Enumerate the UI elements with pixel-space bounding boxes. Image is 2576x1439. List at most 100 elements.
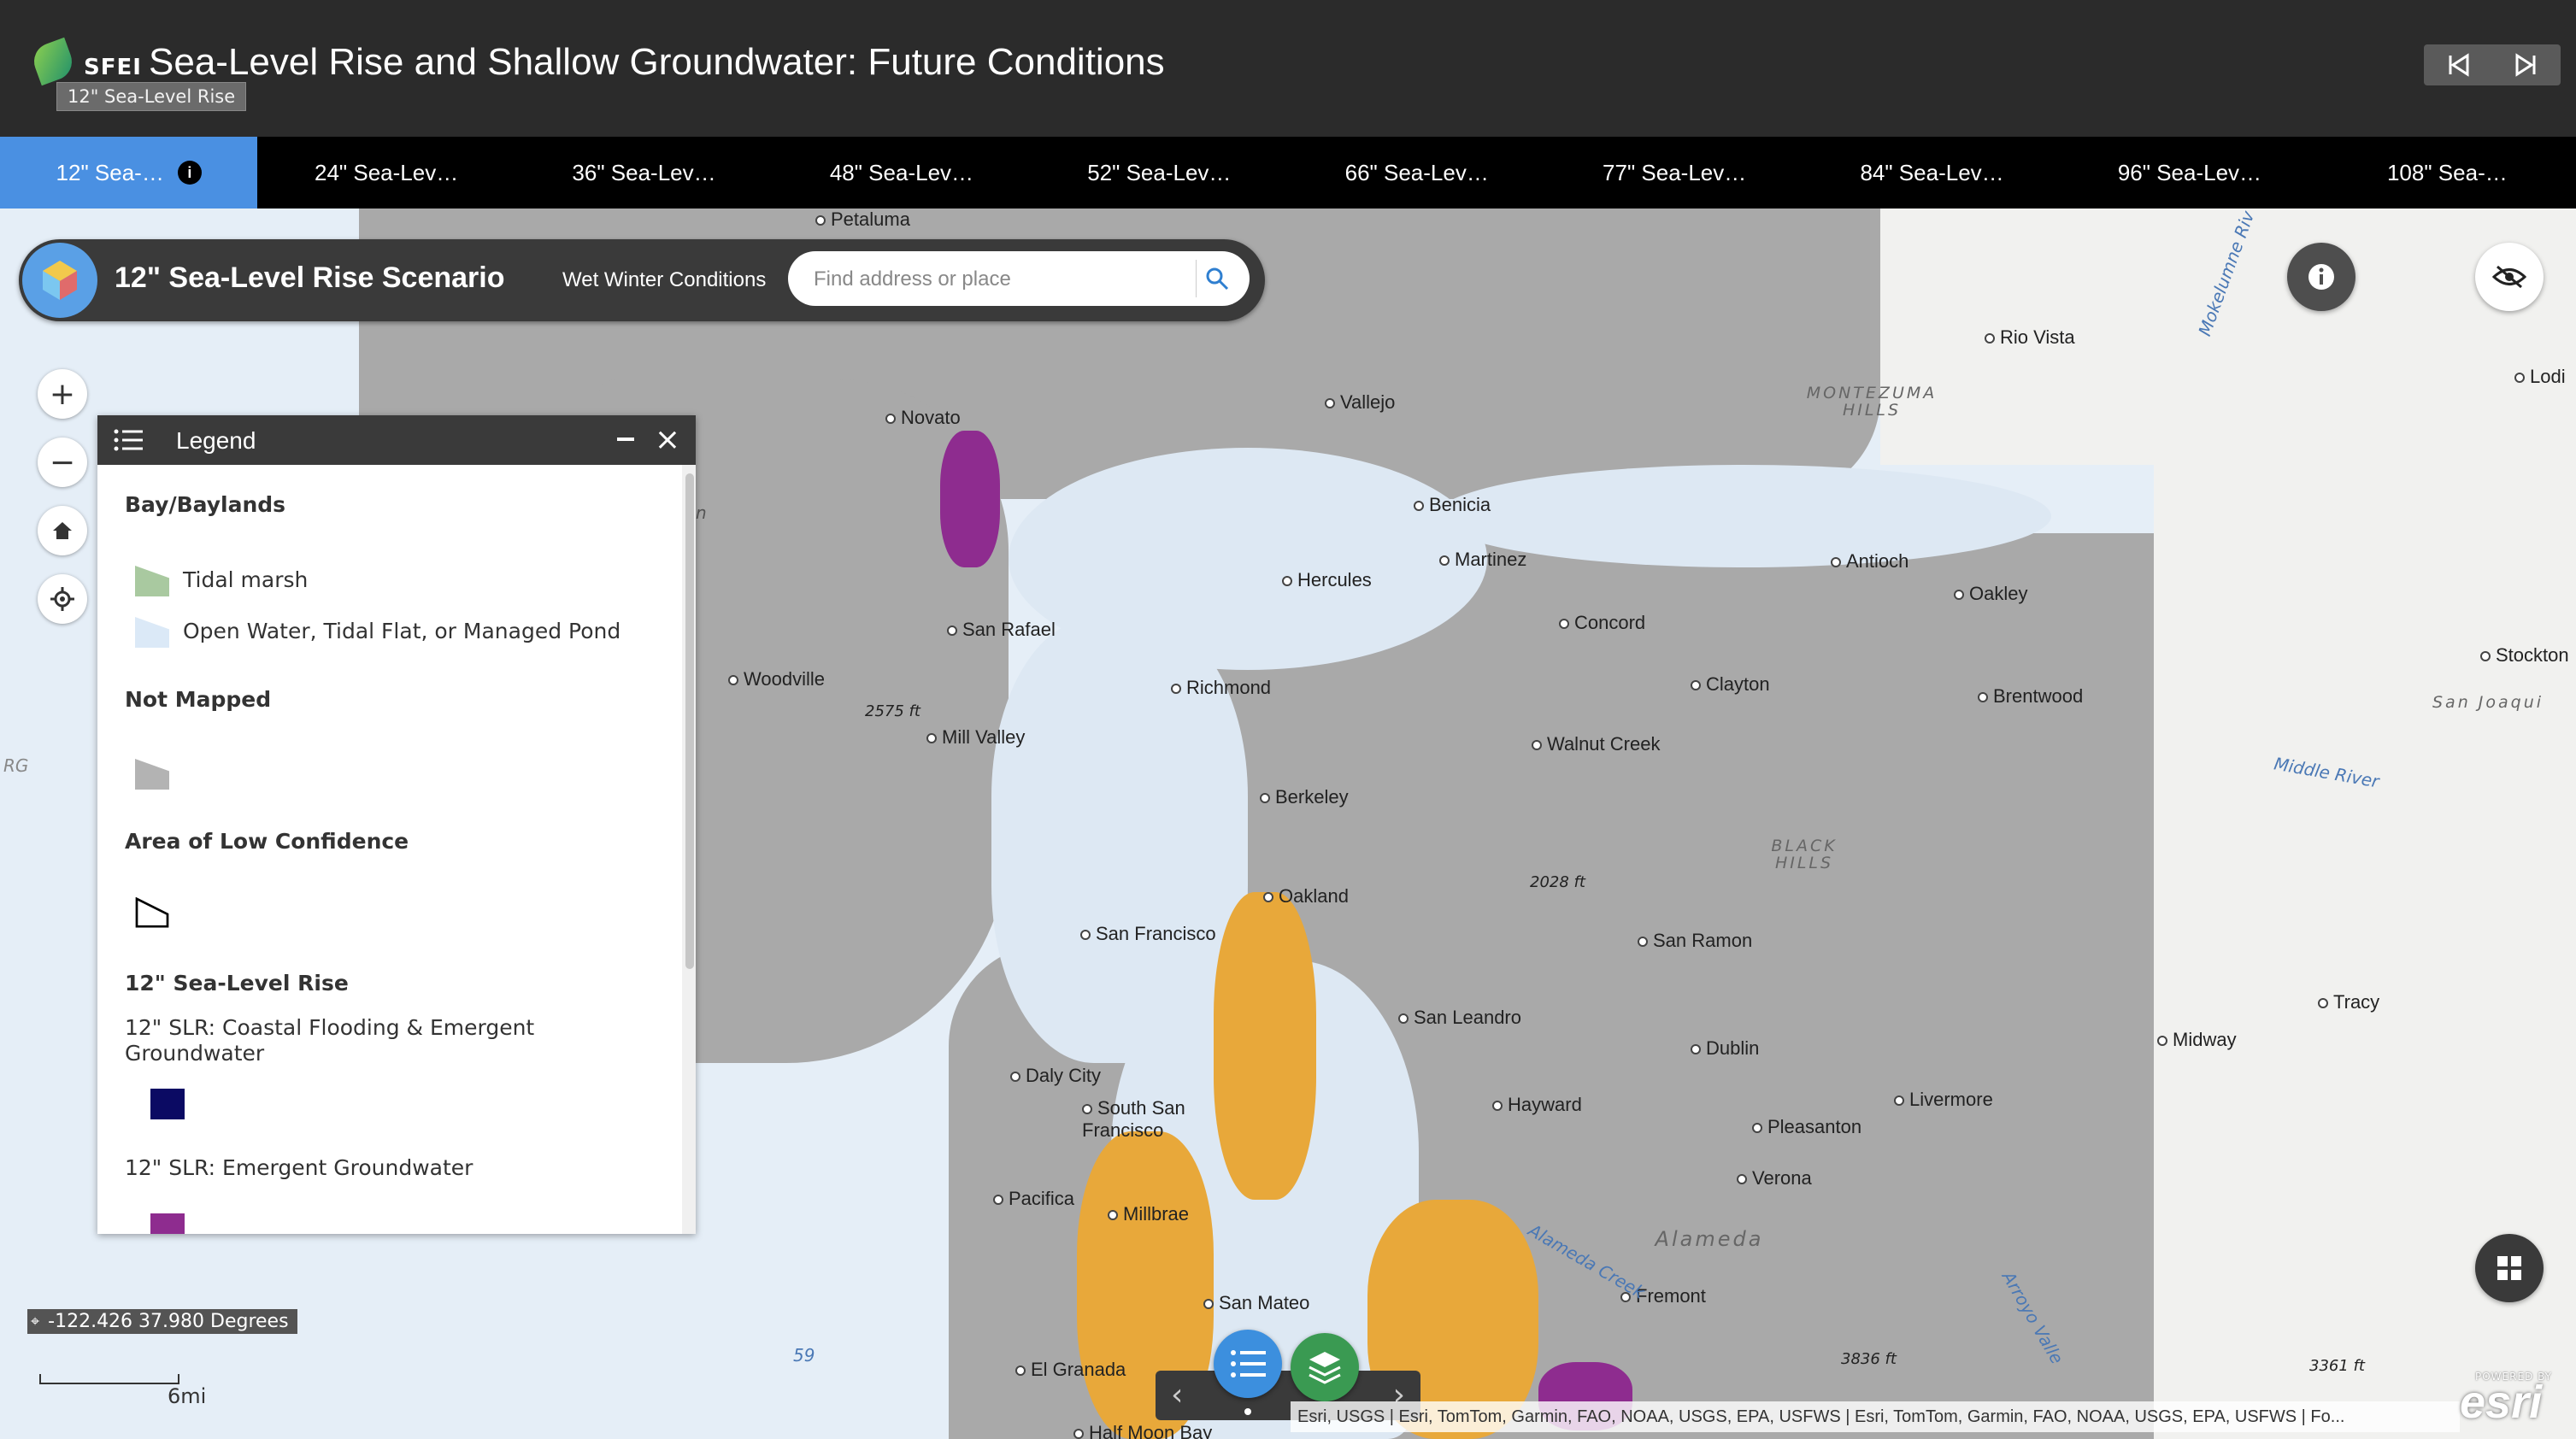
tab-label: 66" Sea-Lev… [1344, 159, 1489, 185]
city-label: Novato [885, 407, 961, 429]
city-label: Clayton [1691, 673, 1770, 696]
tab-36in[interactable]: 36" Sea-Lev… [515, 137, 773, 209]
tab-77in[interactable]: 77" Sea-Lev… [1545, 137, 1803, 209]
legend-scrollbar[interactable] [682, 465, 696, 1234]
eye-slash-icon [2492, 265, 2526, 289]
city-label: Half Moon Bay [1073, 1422, 1212, 1439]
city-label: Oakley [1954, 583, 2027, 605]
search-box [788, 251, 1250, 306]
city-label: Mill Valley [926, 726, 1025, 749]
tab-label: 77" Sea-Lev… [1603, 159, 1747, 185]
locate-button[interactable] [38, 574, 87, 624]
search-button[interactable] [1196, 260, 1238, 297]
tab-84in[interactable]: 84" Sea-Lev… [1803, 137, 2061, 209]
tab-label: 48" Sea-Lev… [829, 159, 974, 185]
region-label: Alameda [1655, 1227, 1764, 1251]
tab-label: 36" Sea-Lev… [572, 159, 716, 185]
tab-label: 52" Sea-Lev… [1087, 159, 1232, 185]
legend-toggle-button[interactable] [1214, 1330, 1282, 1398]
city-label: Stockton [2480, 644, 2569, 667]
city-label: Daly City [1010, 1065, 1101, 1087]
scale-bar [39, 1374, 179, 1384]
legend-heading: Bay/Baylands [125, 492, 286, 517]
legend-heading: Not Mapped [125, 687, 272, 712]
tab-52in[interactable]: 52" Sea-Lev… [1031, 137, 1288, 209]
city-label: Petaluma [815, 209, 910, 231]
city-label: Pacifica [993, 1188, 1074, 1210]
skip-forward-icon [2515, 53, 2536, 77]
tab-96in[interactable]: 96" Sea-Lev… [2061, 137, 2318, 209]
tab-24in[interactable]: 24" Sea-Lev… [257, 137, 515, 209]
tab-label: 24" Sea-Lev… [315, 159, 459, 185]
city-label: Millbrae [1108, 1203, 1189, 1225]
low-confidence-swatch [135, 897, 169, 928]
tab-108in[interactable]: 108" Sea-… [2319, 137, 2576, 209]
city-label: Vallejo [1325, 391, 1395, 414]
minus-icon: − [49, 444, 76, 480]
coordinate-text: -122.426 37.980 Degrees [48, 1311, 289, 1332]
legend-title: Legend [176, 427, 256, 454]
search-icon [1206, 267, 1229, 291]
scroll-thumb[interactable] [685, 473, 694, 969]
search-input[interactable] [812, 263, 1191, 296]
previous-button[interactable] [2443, 50, 2473, 80]
city-label: Antioch [1831, 550, 1908, 573]
info-button[interactable] [2287, 243, 2355, 311]
hide-panels-button[interactable] [2475, 243, 2544, 311]
city-label: Benicia [1414, 494, 1491, 516]
region-label: MONTEZUMA HILLS [1806, 384, 1938, 420]
map-attribution[interactable]: Esri, USGS | Esri, TomTom, Garmin, FAO, … [1291, 1401, 2460, 1432]
minimize-button[interactable] [617, 438, 634, 441]
layers-button[interactable] [1291, 1333, 1359, 1401]
city-label: Woodville [728, 668, 825, 690]
zoom-out-button[interactable]: − [38, 438, 87, 487]
zoom-in-button[interactable]: + [38, 369, 87, 419]
city-label: Hayward [1492, 1094, 1582, 1116]
esri-logo[interactable]: esri [2460, 1376, 2542, 1429]
city-label: Livermore [1894, 1089, 1993, 1111]
city-label: Berkeley [1260, 786, 1349, 808]
tab-label: 108" Sea-… [2386, 159, 2508, 185]
city-label: Verona [1737, 1167, 1812, 1189]
city-label: Brentwood [1978, 685, 2083, 708]
tooltip: 12" Sea-Level Rise [56, 82, 247, 111]
tab-label: 84" Sea-Lev… [1860, 159, 2004, 185]
city-label: San Ramon [1638, 930, 1752, 952]
chevron-left-icon[interactable]: ‹ [1171, 1377, 1183, 1413]
home-button[interactable] [38, 506, 87, 555]
legend-header: Legend × [97, 415, 696, 465]
city-label: Pleasanton [1752, 1116, 1861, 1138]
city-label: Concord [1559, 612, 1645, 634]
tab-48in[interactable]: 48" Sea-Lev… [773, 137, 1030, 209]
map-edge-label: 59 [793, 1345, 815, 1366]
coordinate-readout[interactable]: ⌖ -122.426 37.980 Degrees [27, 1309, 297, 1334]
legend-item: Tidal marsh [183, 567, 309, 592]
map-edge-label: n [696, 502, 707, 523]
map-edge-label: RG [3, 755, 29, 776]
next-button[interactable] [2511, 50, 2542, 80]
city-label: San Francisco [1080, 923, 1216, 945]
app-header: SFEI Sea-Level Rise and Shallow Groundwa… [0, 0, 2576, 137]
leaf-logo-icon [28, 37, 78, 86]
scenario-tabs: 12" Sea-… i 24" Sea-Lev… 36" Sea-Lev… 48"… [0, 137, 2576, 209]
basemap-gallery-button[interactable] [2475, 1234, 2544, 1302]
close-button[interactable]: × [655, 422, 680, 457]
scale-label: 6mi [168, 1384, 207, 1408]
skip-back-icon [2449, 53, 2469, 77]
grid-icon [2497, 1256, 2521, 1280]
tab-12in[interactable]: 12" Sea-… i [0, 137, 258, 209]
info-icon[interactable]: i [177, 161, 202, 185]
elevation-label: 2575 ft [865, 702, 920, 720]
flood-area-novato [940, 431, 1000, 567]
tab-66in[interactable]: 66" Sea-Lev… [1288, 137, 1545, 209]
city-label: Midway [2157, 1029, 2237, 1051]
elevation-label: 3361 ft [2309, 1357, 2365, 1375]
city-label: Oakland [1263, 885, 1349, 907]
tidal-marsh-swatch [135, 566, 169, 596]
open-water-swatch [135, 617, 169, 648]
plus-icon: + [49, 376, 76, 412]
city-label: Walnut Creek [1532, 733, 1660, 755]
list-icon [1231, 1350, 1266, 1377]
flood-area-oakland [1214, 892, 1316, 1200]
tab-label: 12" Sea-… [56, 159, 164, 185]
